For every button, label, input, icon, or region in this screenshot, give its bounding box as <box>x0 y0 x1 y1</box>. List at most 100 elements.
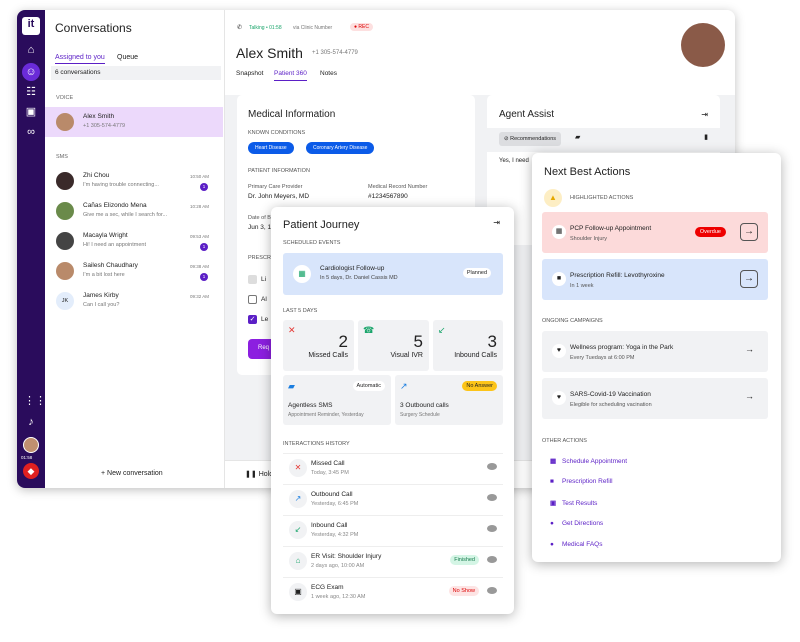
rec-label: REC <box>358 24 369 30</box>
message-preview: Give me a sec, while I search for... <box>83 212 168 218</box>
link-label: Medical FAQs <box>562 541 603 548</box>
calendar-icon: ▦ <box>293 265 311 283</box>
rec-badge: ● REC <box>350 23 373 31</box>
stat-label: Inbound Calls <box>454 352 497 359</box>
contacts-icon[interactable]: ▣ <box>24 105 38 119</box>
conversation-item[interactable]: Sailesh Chaudhary I'm a bit lost here 09:3… <box>45 256 223 286</box>
schedule-appointment-link[interactable]: ▦ Schedule Appointment <box>550 457 627 465</box>
campaign-subtitle: Every Tuedays at 6:00 PM <box>570 355 635 361</box>
tile-subtitle: Appointment Reminder, Yesterday <box>288 412 364 418</box>
contact-name: Macayla Wright <box>83 232 128 239</box>
voicemail-icon[interactable]: ∞ <box>24 125 38 139</box>
action-card[interactable]: ■ Prescription Refill: Levothyroxine In … <box>542 259 768 300</box>
conversation-item[interactable]: Cañas Elizondo Mena Give me a sec, while … <box>45 196 223 226</box>
recommendations-tab[interactable]: ⊘ Recommendations <box>499 132 561 146</box>
contact-name: Alex Smith <box>83 113 115 120</box>
home-icon[interactable]: ⌂ <box>24 43 38 57</box>
conversation-item[interactable]: JK James Kirby Can I call you? 09:32 AM <box>45 286 223 316</box>
tab-notes[interactable]: Notes <box>320 70 337 77</box>
eye-icon[interactable] <box>487 525 497 532</box>
campaign-card[interactable]: ♥ Wellness program: Yoga in the Park Eve… <box>542 331 768 372</box>
contact-name: James Kirby <box>83 292 119 299</box>
patient-name: Alex Smith <box>236 45 303 61</box>
tile-agentless-sms[interactable]: ▰ Automatic Agentless SMS Appointment Remin… <box>283 375 391 425</box>
popout-icon[interactable]: ⇥ <box>701 110 708 119</box>
unread-badge: 1 <box>200 243 208 251</box>
conversations-title: Conversations <box>55 21 132 35</box>
action-title: Prescription Refill: Levothyroxine <box>570 272 665 279</box>
eye-icon[interactable] <box>487 587 497 594</box>
message-preview: I'm having trouble connecting... <box>83 182 159 188</box>
grid-icon[interactable]: ⋮⋮ <box>24 394 46 408</box>
agent-assist-title: Agent Assist <box>499 109 555 120</box>
tab-snapshot[interactable]: Snapshot <box>236 70 263 77</box>
history-item[interactable]: ✕ Missed Call Today, 3:45 PM <box>283 453 503 484</box>
campaign-title: Wellness program: Yoga in the Park <box>570 344 674 351</box>
eye-icon[interactable] <box>487 556 497 563</box>
end-call-icon[interactable]: ◆ <box>23 463 39 479</box>
get-directions-link[interactable]: ● Get Directions <box>550 520 603 527</box>
link-label: Get Directions <box>562 520 604 527</box>
tasks-icon[interactable]: ☷ <box>24 85 38 99</box>
bell-icon[interactable]: ♪ <box>24 415 38 429</box>
outbound-call-icon: ↗ <box>289 490 307 508</box>
arrow-right-icon[interactable]: → <box>745 344 754 354</box>
sms-label: SMS <box>56 154 68 160</box>
hold-button[interactable]: ❚❚ Hold <box>245 470 273 478</box>
stat-visual-ivr[interactable]: ☎ 5 Visual IVR <box>358 320 429 371</box>
agent-icon[interactable]: ☺ <box>22 63 40 81</box>
history-title: Inbound Call <box>311 522 348 529</box>
conversation-item[interactable]: Zhi Chou I'm having trouble connecting...… <box>45 166 223 196</box>
prescription-item: Li <box>261 276 267 283</box>
medical-faqs-link[interactable]: ● Medical FAQs <box>550 541 602 548</box>
checkbox[interactable] <box>248 275 257 284</box>
arrow-right-icon[interactable]: → <box>740 270 758 288</box>
history-item[interactable]: ⌂ ER Visit: Shoulder Injury 2 days ago, 10… <box>283 546 503 577</box>
tab-patient-360[interactable]: Patient 360 <box>274 70 307 81</box>
bookmark-icon[interactable]: ▮ <box>704 133 708 141</box>
calendar-icon: ▦ <box>550 458 557 465</box>
arrow-right-icon[interactable]: → <box>745 391 754 401</box>
history-time: Yesterday, 4:32 PM <box>311 532 359 538</box>
eye-icon[interactable] <box>487 463 497 470</box>
tab-assigned[interactable]: Assigned to you <box>55 54 105 64</box>
prescription-item: Al <box>261 296 267 303</box>
test-results-link[interactable]: ▣ Test Results <box>550 499 597 507</box>
missed-call-icon: ✕ <box>289 459 307 477</box>
checkbox[interactable] <box>248 295 257 304</box>
scheduled-event[interactable]: ▦ Cardiologist Follow-up In 5 days, Dr. … <box>283 253 503 295</box>
eye-icon[interactable] <box>487 494 497 501</box>
avatar <box>56 113 74 131</box>
tab-queue[interactable]: Queue <box>117 54 138 61</box>
campaign-card[interactable]: ♥ SARS-Covid-19 Vaccination Elegible for… <box>542 378 768 419</box>
campaign-title: SARS-Covid-19 Vaccination <box>570 391 651 398</box>
avatar <box>56 232 74 250</box>
history-item[interactable]: ↗ Outbound Call Yesterday, 6:45 PM <box>283 484 503 515</box>
user-avatar[interactable] <box>23 437 39 453</box>
mrn-value: #1234567890 <box>368 193 408 200</box>
history-time: Yesterday, 6:45 PM <box>311 501 359 507</box>
action-card[interactable]: ▦ PCP Follow-up Appointment Shoulder Inj… <box>542 212 768 253</box>
conversation-item[interactable]: Macayla Wright Hi! I need an appointment 0… <box>45 226 223 256</box>
stat-value: 5 <box>413 332 423 351</box>
stat-missed-calls[interactable]: ✕ 2 Missed Calls <box>283 320 354 371</box>
link-label: Prescription Refill <box>562 478 613 485</box>
tile-tag: Automatic <box>352 381 385 391</box>
conversation-item[interactable]: Alex Smith +1 305-574-4779 <box>45 107 223 137</box>
prescription-refill-link[interactable]: ■ Prescription Refill <box>550 478 613 485</box>
call-via: via Clinic Number <box>293 25 333 31</box>
avatar <box>56 172 74 190</box>
stat-inbound-calls[interactable]: ↙ 3 Inbound Calls <box>433 320 503 371</box>
condition-pill: Coronary Artery Disease <box>306 142 375 154</box>
history-item[interactable]: ▣ ECG Exam 1 week ago, 12:30 AM No Show <box>283 577 503 608</box>
popout-icon[interactable]: ⇥ <box>493 218 500 227</box>
tile-outbound-calls[interactable]: ↗ No Answer 3 Outbound calls Surgery Schedu… <box>395 375 503 425</box>
chat-icon[interactable]: ▰ <box>575 133 580 141</box>
hospital-icon: ⌂ <box>289 552 307 570</box>
event-status-badge: Planned <box>462 268 491 278</box>
inbound-call-icon: ↙ <box>438 325 446 335</box>
checkbox-checked[interactable]: ✓ <box>248 315 257 324</box>
history-item[interactable]: ↙ Inbound Call Yesterday, 4:32 PM <box>283 515 503 546</box>
new-conversation-button[interactable]: + New conversation <box>101 470 163 477</box>
arrow-right-icon[interactable]: → <box>740 223 758 241</box>
